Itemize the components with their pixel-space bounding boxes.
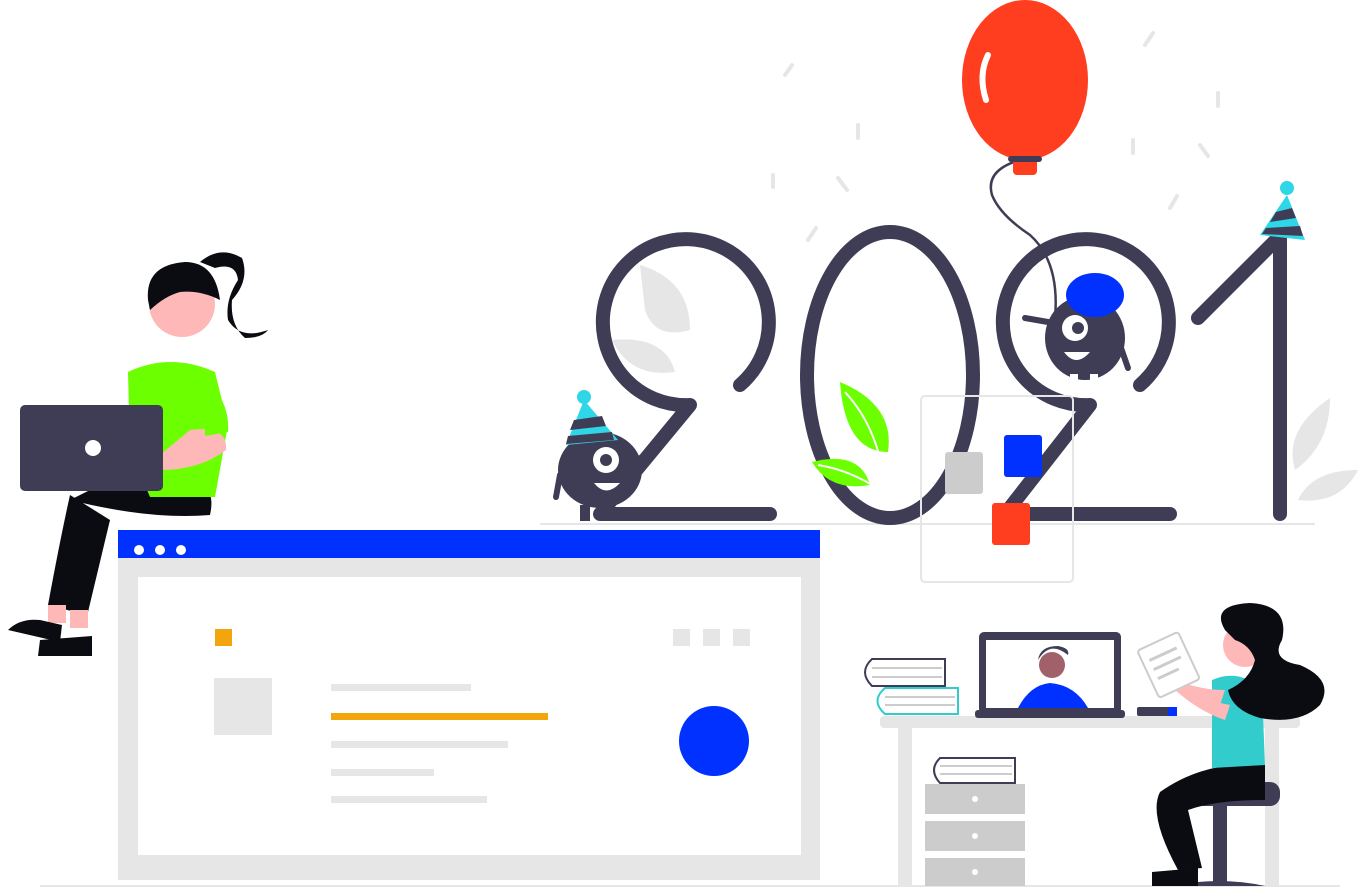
woman-at-desk	[1137, 603, 1325, 886]
text-line	[331, 684, 471, 691]
image-placeholder	[214, 678, 272, 735]
text-line	[331, 796, 487, 803]
book-stack-desk	[864, 658, 959, 715]
digit-one	[1191, 229, 1287, 521]
party-hat-on-one	[1260, 181, 1305, 240]
toolbar-square	[733, 629, 750, 646]
monster-in-two	[1022, 273, 1131, 386]
toolbar-square	[673, 629, 690, 646]
blue-circle	[679, 706, 749, 776]
toolbar-square	[703, 629, 720, 646]
browser-window	[118, 530, 820, 880]
monitor	[975, 632, 1125, 718]
new-year-illustration	[8, 0, 1358, 887]
text-line-highlight	[331, 713, 548, 720]
monster-with-hat	[553, 390, 658, 521]
window-dot	[155, 545, 165, 555]
year-2021	[593, 225, 1287, 525]
text-line	[331, 769, 434, 776]
window-dot	[134, 545, 144, 555]
text-line	[331, 741, 508, 748]
faded-leaves	[612, 265, 1358, 501]
browser-title-bar	[118, 530, 820, 558]
desk-drawers	[925, 784, 1025, 886]
laptop-logo	[85, 440, 101, 456]
window-dot	[176, 545, 186, 555]
orange-square	[215, 629, 232, 646]
book-stack-drawer	[933, 757, 1016, 784]
desk-scene	[864, 603, 1325, 886]
